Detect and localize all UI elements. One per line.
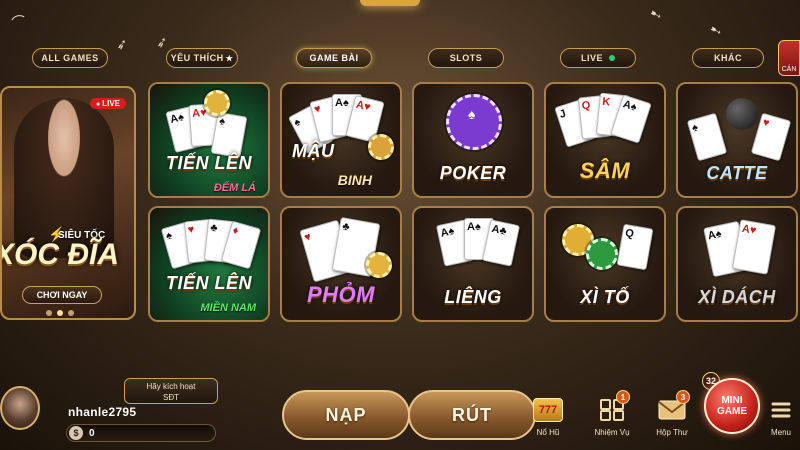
menu-button[interactable]: Menu — [762, 396, 800, 446]
card-table-art: A♠ A♥ ♠ — [150, 84, 268, 196]
game-tile-lieng[interactable]: A♠ A♠ A♣ LIÊNG — [412, 206, 534, 322]
withdraw-button[interactable]: RÚT — [408, 390, 536, 440]
game-title: CATTE — [706, 163, 768, 183]
carousel-dot[interactable] — [46, 310, 52, 316]
bird-decoration-icon: ⌒ — [10, 12, 28, 32]
game-tile-sam[interactable]: J Q K A♠ SÂM — [544, 82, 666, 198]
balance-value: 0 — [89, 427, 95, 439]
game-tile-poker[interactable]: ♠ POKER — [412, 82, 534, 198]
bomb-icon — [726, 98, 758, 130]
tab-favorites[interactable]: YÊU THÍCH ★ — [166, 48, 238, 68]
coin-icon: $ — [69, 426, 83, 440]
playing-card-icon: Q — [616, 223, 654, 271]
mini-game-button[interactable]: MINI GAME — [704, 378, 760, 434]
game-title: TIẾN LÊN — [165, 153, 252, 173]
bottom-bar: Hãy kích hoạt SĐT nhanle2795 $ 0 NẠP RÚT… — [0, 372, 800, 450]
deposit-button[interactable]: NẠP — [282, 390, 410, 440]
game-title: MẬU — [292, 141, 335, 161]
bird-decoration-icon: ➷ — [647, 4, 664, 24]
featured-banner-xoc-dia[interactable]: LIVE ⚡ SIÊU TỐC XÓC ĐĨA CHƠI NGAY — [0, 86, 136, 320]
game-title: PHỎM — [307, 282, 375, 307]
menu-icon — [764, 396, 798, 424]
game-title: LIÊNG — [444, 287, 502, 307]
tab-slots[interactable]: SLOTS — [428, 48, 504, 68]
gold-coin-icon — [366, 252, 392, 278]
username: nhanle2795 — [68, 405, 137, 419]
game-tile-catte[interactable]: ♠ ♥ CATTE — [676, 82, 798, 198]
game-title: XÌ TỐ — [580, 287, 630, 307]
game-tile-tien-len-mien-nam[interactable]: ♠ ♥ ♣ ♦ TIẾN LÊN MIỀN NAM — [148, 206, 270, 322]
game-tile-xi-to[interactable]: Q XÌ TỐ — [544, 206, 666, 322]
spade-icon: ♠ — [468, 106, 476, 122]
game-title: TIẾN LÊN — [165, 273, 252, 293]
game-title: POKER — [439, 163, 507, 183]
mail-badge: 3 — [676, 390, 690, 404]
game-subtitle: BINH — [337, 172, 372, 188]
game-tile-phom[interactable]: ♥ ♣ PHỎM — [280, 206, 402, 322]
tab-card-games[interactable]: GAME BÀI — [296, 48, 372, 68]
game-subtitle: MIỀN NAM — [200, 302, 256, 314]
jackpot-button[interactable]: 777 Nổ Hũ — [524, 396, 572, 446]
game-tile-mau-binh[interactable]: ♠ ♥ A♠ A♥ MẬU BINH — [280, 82, 402, 198]
mailbox-button[interactable]: 3 Hộp Thư — [648, 390, 696, 446]
carousel-dots — [46, 310, 74, 316]
balance-display: $ 0 — [66, 424, 216, 442]
game-subtitle: ĐẾM LÁ — [213, 182, 256, 194]
game-tile-xi-dach[interactable]: A♠ A♥ XÌ DÁCH — [676, 206, 798, 322]
bird-decoration-icon: ➶ — [153, 32, 170, 52]
star-icon: ★ — [225, 53, 234, 63]
top-ornament — [360, 0, 420, 6]
green-chip-icon — [586, 238, 618, 270]
activate-phone-button[interactable]: Hãy kích hoạt SĐT — [124, 378, 218, 404]
playing-card-icon: ♠ — [210, 111, 248, 159]
poker-chip-icon — [204, 90, 230, 116]
play-now-button[interactable]: CHƠI NGAY — [22, 286, 102, 304]
tab-other[interactable]: KHÁC — [692, 48, 764, 68]
game-title: SÂM — [579, 158, 631, 183]
game-tile-tien-len-dem-la[interactable]: A♠ A♥ ♠ TIẾN LÊN ĐẾM LÁ — [148, 82, 270, 198]
tasks-button[interactable]: 1 Nhiệm Vụ — [588, 390, 636, 446]
live-badge: LIVE — [89, 98, 126, 109]
tab-all-games[interactable]: ALL GAMES — [32, 48, 108, 68]
slot-777-icon: 777 — [531, 396, 565, 424]
tasks-badge: 1 — [616, 390, 630, 404]
playing-card-icon: A♥ — [731, 219, 777, 275]
game-title: XÌ DÁCH — [698, 287, 776, 307]
carousel-dot-active[interactable] — [57, 310, 63, 316]
bird-decoration-icon: ➷ — [707, 20, 724, 40]
avatar[interactable] — [0, 386, 40, 430]
corner-button[interactable]: CÁN — [778, 40, 800, 76]
featured-title: XÓC ĐĨA — [0, 238, 120, 271]
tab-live[interactable]: LIVE — [560, 48, 636, 68]
playing-card-icon: ♠ — [686, 112, 728, 162]
bird-decoration-icon: ➶ — [113, 34, 130, 54]
online-dot-icon — [609, 55, 615, 61]
carousel-dot[interactable] — [68, 310, 74, 316]
